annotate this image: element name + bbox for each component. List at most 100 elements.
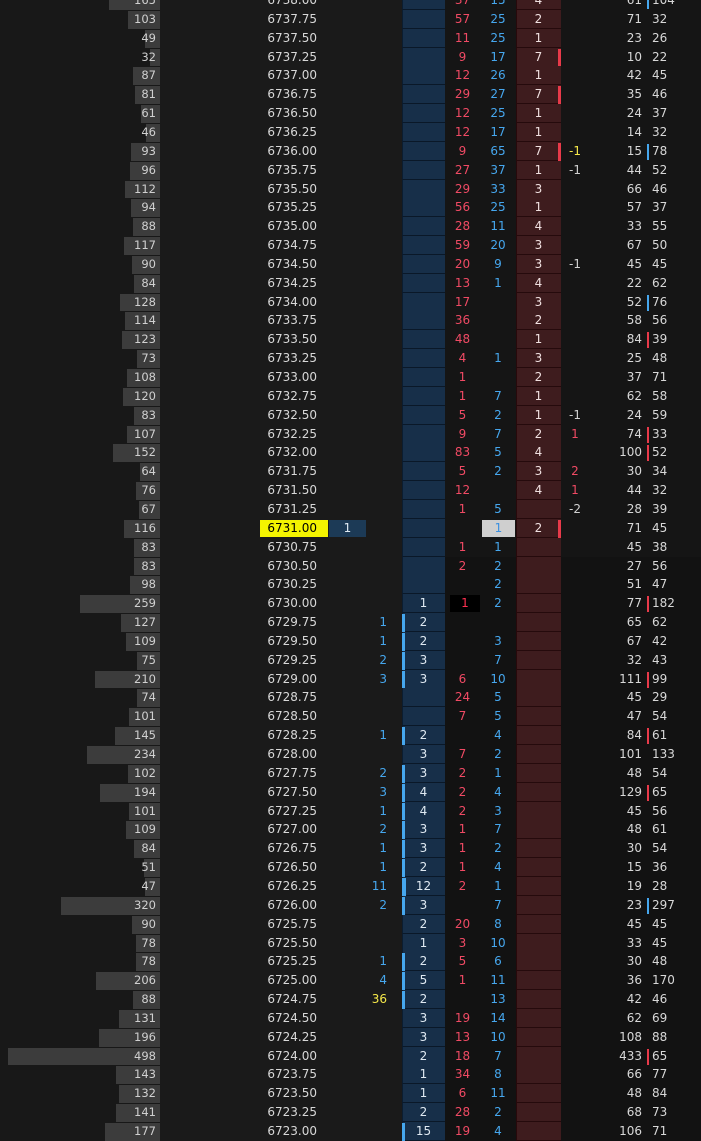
ladder-row[interactable]: 64 6731.75 5 2 3 2 30 34: [0, 462, 701, 482]
bid-size[interactable]: [402, 293, 445, 312]
ask-size[interactable]: [516, 726, 561, 745]
ask-size[interactable]: 1: [516, 198, 561, 217]
ladder-row[interactable]: 51 6726.50 1 2 1 4 15 36: [0, 858, 701, 878]
price-value[interactable]: 6732.75: [253, 387, 317, 406]
bid-order-qty[interactable]: 4: [360, 971, 387, 990]
ladder-row[interactable]: 83 6730.50 2 2 27 56: [0, 556, 701, 576]
ladder-row[interactable]: 88 6724.75 36 2 13 42 46: [0, 990, 701, 1010]
ask-size[interactable]: 3: [516, 180, 561, 199]
bid-size[interactable]: [402, 236, 445, 255]
ladder-row[interactable]: 177 6723.00 15 19 4 106 71: [0, 1122, 701, 1141]
bid-size[interactable]: [402, 10, 445, 29]
price-value[interactable]: 6723.25: [253, 1103, 317, 1122]
ask-size[interactable]: 7: [516, 85, 561, 104]
ladder-row[interactable]: 123 6733.50 48 1 84 39: [0, 330, 701, 350]
price-value[interactable]: 6730.75: [253, 538, 317, 557]
ask-size[interactable]: [516, 575, 561, 594]
ask-size[interactable]: 1: [516, 387, 561, 406]
price-value[interactable]: 6733.00: [253, 368, 317, 387]
ladder-row[interactable]: 78 6725.25 1 2 5 6 30 48: [0, 952, 701, 972]
ask-size[interactable]: 1: [516, 330, 561, 349]
bid-size[interactable]: [402, 311, 445, 330]
ask-size[interactable]: [516, 1047, 561, 1066]
ask-size[interactable]: [516, 632, 561, 651]
bid-size[interactable]: 12: [402, 877, 445, 896]
price-value[interactable]: 6724.50: [253, 1009, 317, 1028]
ask-size[interactable]: [516, 538, 561, 557]
price-value[interactable]: 6726.50: [253, 858, 317, 877]
price-value[interactable]: 6729.00: [253, 670, 317, 689]
last-price[interactable]: 6731.00: [260, 519, 328, 537]
price-value[interactable]: 6727.75: [253, 764, 317, 783]
ask-size[interactable]: 3: [516, 462, 561, 481]
ask-size[interactable]: 1: [516, 66, 561, 85]
ask-size[interactable]: [516, 1065, 561, 1084]
price-value[interactable]: 6732.50: [253, 406, 317, 425]
bid-size[interactable]: 2: [402, 952, 445, 971]
bid-size[interactable]: [402, 123, 445, 142]
bid-size[interactable]: [402, 500, 445, 519]
price-value[interactable]: 6735.00: [253, 217, 317, 236]
ladder-row[interactable]: 102 6727.75 2 3 2 1 48 54: [0, 763, 701, 783]
bid-size[interactable]: 3: [402, 651, 445, 670]
ask-size[interactable]: 3: [516, 293, 561, 312]
ladder-row[interactable]: 76 6731.50 12 4 1 44 32: [0, 481, 701, 501]
bid-size[interactable]: 5: [402, 971, 445, 990]
price-value[interactable]: 6725.00: [253, 971, 317, 990]
ladder-row[interactable]: 498 6724.00 2 18 7 433 65: [0, 1046, 701, 1066]
price-value[interactable]: 6725.25: [253, 952, 317, 971]
ladder-row[interactable]: 46 6736.25 12 17 1 14 32: [0, 122, 701, 142]
bid-size[interactable]: [402, 217, 445, 236]
ladder-row[interactable]: 128 6734.00 17 3 52 76: [0, 292, 701, 312]
ladder-row[interactable]: 98 6730.25 2 51 47: [0, 575, 701, 595]
bid-size[interactable]: [402, 481, 445, 500]
price-value[interactable]: 6723.75: [253, 1065, 317, 1084]
ask-size[interactable]: [516, 877, 561, 896]
ladder-row[interactable]: 165 6738.00 37 15 4 61 104: [0, 0, 701, 10]
price-value[interactable]: 6724.00: [253, 1047, 317, 1066]
ask-size[interactable]: [516, 1122, 561, 1141]
ask-size[interactable]: [516, 990, 561, 1009]
ladder-row[interactable]: 112 6735.50 29 33 3 66 46: [0, 179, 701, 199]
ladder-row[interactable]: 78 6725.50 1 3 10 33 45: [0, 933, 701, 953]
ask-size[interactable]: [516, 1103, 561, 1122]
ladder-row[interactable]: 117 6734.75 59 20 3 67 50: [0, 236, 701, 256]
ask-size[interactable]: [516, 1009, 561, 1028]
ladder-row[interactable]: 88 6735.00 28 11 4 33 55: [0, 217, 701, 237]
ask-size[interactable]: [516, 613, 561, 632]
ask-size[interactable]: 4: [516, 0, 561, 10]
ask-size[interactable]: [516, 707, 561, 726]
bid-size[interactable]: [402, 557, 445, 576]
bid-size[interactable]: [402, 387, 445, 406]
bid-size[interactable]: [402, 707, 445, 726]
bid-order-qty[interactable]: 2: [360, 764, 387, 783]
ask-size[interactable]: 1: [516, 104, 561, 123]
price-value[interactable]: 6734.75: [253, 236, 317, 255]
price-value[interactable]: 6737.50: [253, 29, 317, 48]
ladder-row[interactable]: 120 6732.75 1 7 1 62 58: [0, 386, 701, 406]
bid-size[interactable]: 2: [402, 632, 445, 651]
bid-size[interactable]: 2: [402, 990, 445, 1009]
ladder-row[interactable]: 196 6724.25 3 13 10 108 88: [0, 1027, 701, 1047]
bid-order-qty[interactable]: 1: [360, 839, 387, 858]
ask-size[interactable]: 1: [516, 123, 561, 142]
bid-order-qty[interactable]: 1: [360, 726, 387, 745]
price-value[interactable]: 6736.25: [253, 123, 317, 142]
bid-size[interactable]: [402, 688, 445, 707]
ask-size[interactable]: [516, 934, 561, 953]
price-value[interactable]: 6733.25: [253, 349, 317, 368]
ladder-row[interactable]: 194 6727.50 3 4 2 4 129 65: [0, 782, 701, 802]
ladder-row[interactable]: 94 6735.25 56 25 1 57 37: [0, 198, 701, 218]
bid-size[interactable]: [402, 48, 445, 67]
ladder-row[interactable]: 47 6726.25 11 12 2 1 19 28: [0, 876, 701, 896]
price-value[interactable]: 6728.25: [253, 726, 317, 745]
ladder-row[interactable]: 93 6736.00 9 65 7 -1 15 78: [0, 141, 701, 161]
ask-size[interactable]: 2: [516, 519, 561, 538]
price-value[interactable]: 6724.75: [253, 990, 317, 1009]
price-value[interactable]: 6728.00: [253, 745, 317, 764]
bid-size[interactable]: [402, 198, 445, 217]
bid-order-qty[interactable]: 2: [360, 651, 387, 670]
price-value[interactable]: 6734.50: [253, 255, 317, 274]
ask-size[interactable]: 3: [516, 255, 561, 274]
price-value[interactable]: 6737.75: [253, 10, 317, 29]
